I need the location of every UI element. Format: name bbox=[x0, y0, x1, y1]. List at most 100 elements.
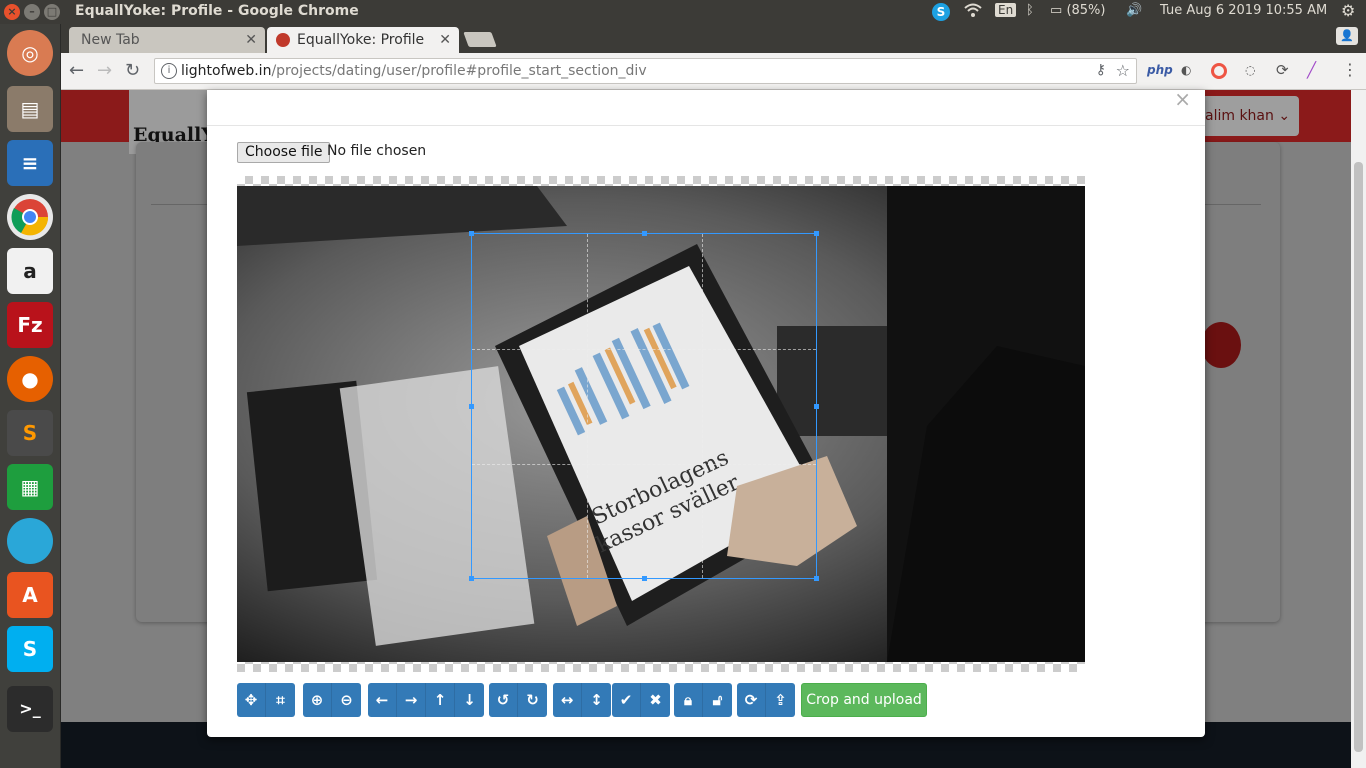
zoom-in-icon[interactable]: ⊕ bbox=[303, 683, 332, 717]
close-icon[interactable]: ✕ bbox=[245, 27, 257, 53]
flip-vertical-icon[interactable]: ↕ bbox=[582, 683, 611, 717]
rotate-right-icon[interactable]: ↻ bbox=[518, 683, 547, 717]
modal-header: × bbox=[207, 89, 1205, 126]
crop-handle-sw[interactable] bbox=[469, 576, 474, 581]
address-bar[interactable]: i lightofweb.in/projects/dating/user/pro… bbox=[154, 58, 1137, 84]
close-icon[interactable]: ✕ bbox=[439, 27, 451, 53]
tab-new-tab[interactable]: New Tab ✕ bbox=[69, 27, 265, 53]
amazon-icon[interactable]: a bbox=[7, 248, 53, 294]
skype-icon[interactable]: S bbox=[7, 626, 53, 672]
arrow-right-icon[interactable]: → bbox=[397, 683, 426, 717]
back-icon[interactable]: ← bbox=[69, 60, 84, 81]
system-settings-icon[interactable]: ⚙ bbox=[1341, 1, 1355, 20]
chrome-icon[interactable] bbox=[7, 194, 53, 240]
browser-toolbar: ← → ↻ i lightofweb.in/projects/dating/us… bbox=[61, 53, 1366, 90]
btn-group-rotate: ↺ ↻ bbox=[489, 683, 547, 717]
crop-handle-nw[interactable] bbox=[469, 231, 474, 236]
btn-group-lock: 🔒︎ 🔓︎ bbox=[674, 683, 732, 717]
menu-icon[interactable]: ⋮ bbox=[1342, 60, 1358, 79]
btn-group-zoom: ⊕ ⊖ bbox=[303, 683, 361, 717]
btn-group-crop: ✔ ✖ bbox=[612, 683, 670, 717]
crop-selection[interactable] bbox=[469, 231, 819, 581]
volume-icon[interactable]: 🔊 bbox=[1126, 3, 1142, 18]
tab-label: EquallYoke: Profile bbox=[297, 32, 425, 48]
btn-group-reset: ⟳ ⇪ bbox=[737, 683, 795, 717]
check-icon[interactable]: ✔ bbox=[612, 683, 641, 717]
bookmark-star-icon[interactable]: ☆ bbox=[1116, 61, 1130, 80]
clear-icon[interactable]: ✖ bbox=[641, 683, 670, 717]
scrollbar-thumb[interactable] bbox=[1354, 162, 1363, 752]
terminal-icon[interactable]: >_ bbox=[7, 686, 53, 732]
tab-profile[interactable]: EquallYoke: Profile ✕ bbox=[267, 27, 459, 53]
php-extension-icon[interactable]: php bbox=[1147, 63, 1173, 77]
btn-group-move: ← → ↑ ↓ bbox=[368, 683, 484, 717]
url-text[interactable]: lightofweb.in/projects/dating/user/profi… bbox=[181, 63, 647, 79]
key-icon[interactable]: ⚷ bbox=[1096, 62, 1106, 78]
files-icon[interactable]: ▤ bbox=[7, 86, 53, 132]
system-top-bar: × – □ EquallYoke: Profile - Google Chrom… bbox=[0, 0, 1366, 24]
extension-icon[interactable]: ◌ bbox=[1245, 63, 1255, 77]
move-icon[interactable]: ✥ bbox=[237, 683, 266, 717]
btn-group-mode: ✥ ⌗ bbox=[237, 683, 295, 717]
arrow-left-icon[interactable]: ← bbox=[368, 683, 397, 717]
crop-handle-se[interactable] bbox=[814, 576, 819, 581]
tab-strip: New Tab ✕ EquallYoke: Profile ✕ 👤 bbox=[61, 24, 1366, 53]
upload-icon[interactable]: ⇪ bbox=[766, 683, 795, 717]
bluetooth-icon[interactable]: ᛒ bbox=[1026, 3, 1034, 18]
crop-handle-s[interactable] bbox=[642, 576, 647, 581]
btn-group-flip: ↔ ↕ bbox=[553, 683, 611, 717]
color-picker-icon[interactable] bbox=[1211, 63, 1227, 79]
arrow-up-icon[interactable]: ↑ bbox=[426, 683, 455, 717]
forward-icon[interactable]: → bbox=[97, 60, 112, 81]
writer-icon[interactable]: ≡ bbox=[7, 140, 53, 186]
filezilla-icon[interactable]: Fz bbox=[7, 302, 53, 348]
zoom-out-icon[interactable]: ⊖ bbox=[332, 683, 361, 717]
wifi-icon[interactable] bbox=[964, 3, 982, 21]
favicon-icon bbox=[276, 33, 290, 47]
pen-extension-icon[interactable]: ╱ bbox=[1307, 61, 1316, 79]
crop-handle-ne[interactable] bbox=[814, 231, 819, 236]
reset-icon[interactable]: ⟳ bbox=[737, 683, 766, 717]
choose-file-button[interactable]: Choose file bbox=[237, 142, 331, 163]
extension-icon[interactable]: ⟳ bbox=[1276, 61, 1289, 79]
info-icon[interactable]: i bbox=[161, 63, 177, 79]
window-close-icon[interactable]: × bbox=[4, 4, 20, 20]
close-icon[interactable]: × bbox=[1174, 89, 1191, 109]
battery-indicator[interactable]: ▭ (85%) bbox=[1050, 3, 1105, 18]
crop-handle-w[interactable] bbox=[469, 404, 474, 409]
battery-icon: ▭ bbox=[1050, 3, 1063, 18]
crop-handle-n[interactable] bbox=[642, 231, 647, 236]
reload-icon[interactable]: ↻ bbox=[125, 60, 140, 81]
image-cropper[interactable]: Storbolagens kassor sväller bbox=[237, 176, 1085, 672]
file-status: No file chosen bbox=[327, 143, 427, 159]
new-tab-button[interactable] bbox=[463, 32, 497, 47]
lock-icon[interactable]: 🔒︎ bbox=[674, 683, 703, 717]
flip-horizontal-icon[interactable]: ↔ bbox=[553, 683, 582, 717]
crop-modal: × Choose file No file chosen Storbolagen… bbox=[207, 89, 1205, 737]
window-title: EquallYoke: Profile - Google Chrome bbox=[75, 3, 359, 19]
clock[interactable]: Tue Aug 6 2019 10:55 AM bbox=[1160, 3, 1327, 18]
sublime-text-icon[interactable]: S bbox=[7, 410, 53, 456]
skype-tray-icon[interactable]: S bbox=[932, 3, 950, 21]
ubuntu-dash-icon[interactable]: ◎ bbox=[7, 30, 53, 76]
crop-handle-e[interactable] bbox=[814, 404, 819, 409]
launcher: ◎ ▤ ≡ a Fz ● S ▦ A S >_ bbox=[0, 24, 61, 768]
unlock-icon[interactable]: 🔓︎ bbox=[703, 683, 732, 717]
profile-icon[interactable]: 👤 bbox=[1336, 27, 1358, 45]
software-center-icon[interactable]: A bbox=[7, 572, 53, 618]
crop-and-upload-button[interactable]: Crop and upload bbox=[801, 683, 927, 717]
language-indicator[interactable]: En bbox=[995, 3, 1017, 17]
window-minimize-icon[interactable]: – bbox=[24, 4, 40, 20]
firefox-icon[interactable]: ● bbox=[7, 356, 53, 402]
calc-icon[interactable]: ▦ bbox=[7, 464, 53, 510]
window-maximize-icon[interactable]: □ bbox=[44, 4, 60, 20]
arrow-down-icon[interactable]: ↓ bbox=[455, 683, 484, 717]
extension-icon[interactable]: ◐ bbox=[1181, 63, 1191, 77]
battery-percent: (85%) bbox=[1066, 3, 1106, 18]
app-icon[interactable] bbox=[7, 518, 53, 564]
tab-label: New Tab bbox=[81, 32, 140, 48]
rotate-left-icon[interactable]: ↺ bbox=[489, 683, 518, 717]
page-scrollbar[interactable] bbox=[1351, 90, 1366, 768]
chevron-down-icon: ⌄ bbox=[1278, 108, 1291, 124]
crop-icon[interactable]: ⌗ bbox=[266, 683, 295, 717]
